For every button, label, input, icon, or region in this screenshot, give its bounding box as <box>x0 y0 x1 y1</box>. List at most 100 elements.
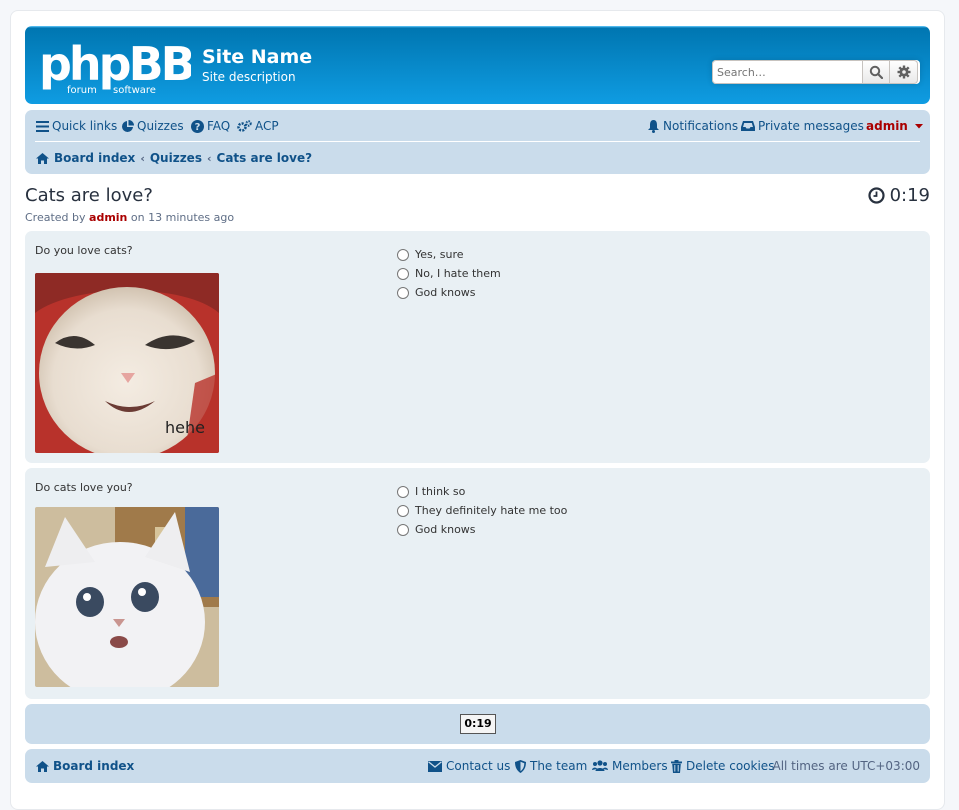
logo-sub-forum: forum <box>67 85 97 94</box>
breadcrumb: Board index ‹ Quizzes ‹ Cats are love? <box>36 151 312 165</box>
acp-label: ACP <box>255 119 279 133</box>
navbar-divider <box>35 141 920 142</box>
footer-board-index-label: Board index <box>53 759 135 773</box>
quick-links-label: Quick links <box>52 119 118 133</box>
envelope-icon <box>428 760 442 772</box>
bell-icon <box>648 120 659 133</box>
contact-us-label: Contact us <box>446 759 511 773</box>
site-name: Site Name <box>202 46 313 68</box>
answer-option[interactable]: I think so <box>397 482 567 501</box>
acp-link[interactable]: ACP <box>237 119 279 133</box>
logo-text: phpBB <box>39 37 191 91</box>
quizzes-link[interactable]: Quizzes <box>121 119 184 133</box>
answer-label: Yes, sure <box>415 248 464 261</box>
search-box <box>712 60 920 84</box>
faq-link[interactable]: ? FAQ <box>191 119 230 133</box>
answer-option[interactable]: Yes, sure <box>397 245 501 264</box>
cat-image-hehe: hehe <box>35 273 219 453</box>
cat-image-surprised <box>35 507 219 687</box>
image-caption: hehe <box>165 418 205 437</box>
answer-label: God knows <box>415 286 476 299</box>
countdown-timer: 0:19 <box>460 714 496 734</box>
private-messages-link[interactable]: Private messages <box>741 119 864 133</box>
answer-list: Yes, sure No, I hate them God knows <box>397 245 501 302</box>
gear-icon <box>897 65 910 79</box>
search-input[interactable] <box>712 60 862 84</box>
answer-option[interactable]: God knows <box>397 520 567 539</box>
breadcrumb-separator: ‹ <box>140 151 145 165</box>
answer-radio[interactable] <box>397 248 409 261</box>
timer-bar: 0:19 <box>25 704 930 744</box>
delete-cookies-label: Delete cookies <box>686 759 775 773</box>
answer-option[interactable]: God knows <box>397 283 501 302</box>
site-description: Site description <box>202 70 296 84</box>
timezone-info: All times are UTC+03:00 <box>772 759 920 773</box>
members-label: Members <box>612 759 668 773</box>
breadcrumb-board-index[interactable]: Board index <box>54 151 135 165</box>
question-panel: Do you love cats? hehe Yes, sure No, I h… <box>25 231 930 463</box>
created-user-link[interactable]: admin <box>89 211 127 224</box>
question-image: hehe <box>35 273 219 453</box>
created-prefix: Created by <box>25 211 86 224</box>
footer-board-index[interactable]: Board index <box>36 759 134 773</box>
search-icon <box>869 65 883 79</box>
shield-icon <box>515 759 526 773</box>
answer-radio[interactable] <box>397 523 409 536</box>
logo-sub-software: software <box>113 85 156 94</box>
breadcrumb-current[interactable]: Cats are love? <box>217 151 313 165</box>
the-team-link[interactable]: The team <box>515 759 587 773</box>
answer-radio[interactable] <box>397 485 409 498</box>
faq-label: FAQ <box>207 119 231 133</box>
quiz-timer: 0:19 <box>867 185 930 206</box>
phpbb-logo[interactable]: phpBB forum software <box>39 36 196 97</box>
header-bar: phpBB forum software Site Name Site desc… <box>25 26 930 104</box>
users-icon <box>592 760 608 771</box>
answer-label: No, I hate them <box>415 267 501 280</box>
answer-option[interactable]: No, I hate them <box>397 264 501 283</box>
question-panel: Do cats love you? I think so They defini… <box>25 468 930 699</box>
delete-cookies-link[interactable]: Delete cookies <box>671 759 774 773</box>
navbar: Quick links Quizzes ? FAQ ACP Notificati… <box>25 110 930 174</box>
members-link[interactable]: Members <box>592 759 668 773</box>
answer-option[interactable]: They definitely hate me too <box>397 501 567 520</box>
clock-icon <box>867 187 885 204</box>
answer-radio[interactable] <box>397 504 409 517</box>
question-image <box>35 507 219 687</box>
hamburger-icon <box>36 120 49 132</box>
created-suffix: on 13 minutes ago <box>130 211 235 224</box>
question-text: Do cats love you? <box>35 481 133 494</box>
answer-label: They definitely hate me too <box>415 504 568 517</box>
svg-text:?: ? <box>195 122 201 133</box>
quiz-timer-value: 0:19 <box>889 185 930 206</box>
answer-radio[interactable] <box>397 267 409 280</box>
question-circle-icon: ? <box>191 119 204 133</box>
cogs-icon <box>237 119 252 132</box>
user-menu[interactable]: admin <box>866 119 924 133</box>
footer-navbar: Board index Contact us The team Members … <box>25 749 930 783</box>
contact-us-link[interactable]: Contact us <box>428 759 510 773</box>
notifications-label: Notifications <box>663 119 739 133</box>
home-icon <box>36 760 49 772</box>
breadcrumb-quizzes[interactable]: Quizzes <box>150 151 202 165</box>
notifications-link[interactable]: Notifications <box>647 119 738 133</box>
created-info: Created by admin on 13 minutes ago <box>25 211 234 224</box>
page-title: Cats are love? <box>25 185 153 206</box>
search-button[interactable] <box>862 60 890 84</box>
inbox-icon <box>741 121 755 131</box>
username: admin <box>866 119 908 133</box>
home-icon <box>36 152 49 164</box>
answer-list: I think so They definitely hate me too G… <box>397 482 567 539</box>
question-text: Do you love cats? <box>35 244 133 257</box>
answer-radio[interactable] <box>397 286 409 299</box>
trash-icon <box>671 759 682 773</box>
breadcrumb-separator: ‹ <box>206 151 212 165</box>
quizzes-label: Quizzes <box>137 119 184 133</box>
caret-down-icon <box>914 124 923 129</box>
quick-links-menu[interactable]: Quick links <box>36 119 117 133</box>
the-team-label: The team <box>530 759 588 773</box>
advanced-search-button[interactable] <box>890 60 918 84</box>
private-messages-label: Private messages <box>758 119 864 133</box>
pie-chart-icon <box>122 119 134 132</box>
answer-label: God knows <box>415 523 476 536</box>
answer-label: I think so <box>415 485 466 498</box>
